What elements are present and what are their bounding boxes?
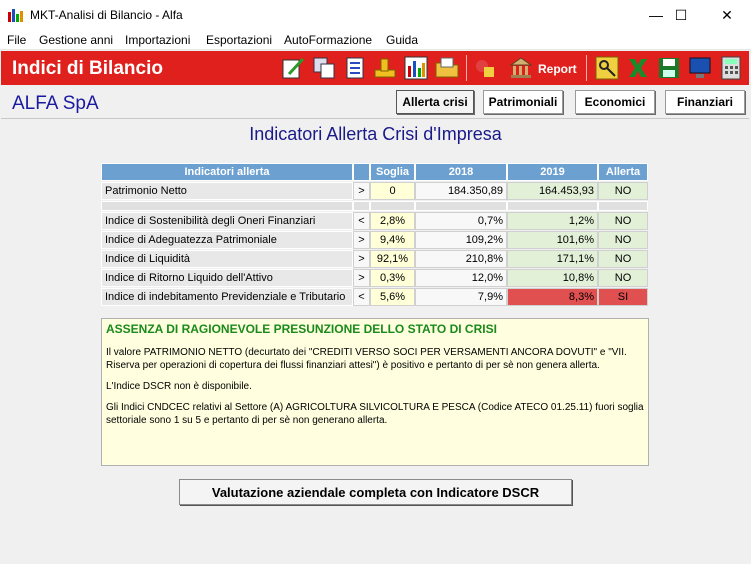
- direction-indicator: >: [353, 269, 370, 287]
- value-2019: 1,2%: [507, 212, 598, 230]
- alert-status-alert: SI: [598, 288, 648, 306]
- table-spacer: [507, 201, 598, 211]
- toolbar-separator: [466, 55, 467, 81]
- assessment-paragraph: Gli Indici CNDCEC relativi al Settore (A…: [106, 402, 644, 426]
- table-spacer: [101, 201, 353, 211]
- ruler-icon[interactable]: [373, 56, 397, 80]
- calculator-icon[interactable]: [719, 56, 743, 80]
- app-title: Indici di Bilancio: [12, 58, 163, 79]
- edit-icon[interactable]: [281, 56, 305, 80]
- menu-esportazioni[interactable]: Esportazioni: [206, 33, 272, 47]
- table-row-label: Indice di Ritorno Liquido dell'Attivo: [101, 269, 353, 287]
- direction-indicator: <: [353, 212, 370, 230]
- monitor-icon[interactable]: [688, 56, 712, 80]
- tab-economici[interactable]: Economici: [575, 90, 655, 114]
- direction-indicator: <: [353, 288, 370, 306]
- tab-patrimoniali[interactable]: Patrimoniali: [483, 90, 563, 114]
- list-icon[interactable]: [343, 56, 367, 80]
- close-icon: ✕: [721, 6, 733, 23]
- maximize-icon: ☐: [674, 6, 688, 23]
- threshold-value: 92,1%: [370, 250, 415, 268]
- table-spacer: [598, 201, 648, 211]
- alert-status: NO: [598, 269, 648, 287]
- direction-indicator: >: [353, 231, 370, 249]
- value-2018: 12,0%: [415, 269, 507, 287]
- table-row-label: Indice di Liquidità: [101, 250, 353, 268]
- app-icon: [8, 9, 23, 22]
- table-spacer: [353, 201, 370, 211]
- threshold-value: 0: [370, 182, 415, 200]
- menu-importazioni[interactable]: Importazioni: [125, 33, 190, 47]
- value-2019: 101,6%: [507, 231, 598, 249]
- report-button[interactable]: Report: [538, 62, 577, 76]
- threshold-value: 2,8%: [370, 212, 415, 230]
- company-bar: ALFA SpA Allerta crisi Patrimoniali Econ…: [1, 85, 749, 119]
- assessment-paragraph: Il valore PATRIMONIO NETTO (decurtato de…: [106, 347, 627, 371]
- save-icon[interactable]: [657, 56, 681, 80]
- value-2018: 7,9%: [415, 288, 507, 306]
- key-icon[interactable]: [595, 56, 619, 80]
- value-2018: 184.350,89: [415, 182, 507, 200]
- table-spacer: [370, 201, 415, 211]
- col-header-2019: 2019: [507, 163, 598, 181]
- toolbar-separator: [586, 55, 587, 81]
- value-2019: 164.453,93: [507, 182, 598, 200]
- col-header-direction: [353, 163, 370, 181]
- shapes-icon[interactable]: [474, 56, 498, 80]
- col-header-indicatori: Indicatori allerta: [101, 163, 353, 181]
- company-name: ALFA SpA: [12, 93, 99, 114]
- alert-status: NO: [598, 182, 648, 200]
- assessment-heading: ASSENZA DI RAGIONEVOLE PRESUNZIONE DELLO…: [106, 322, 497, 336]
- threshold-value: 9,4%: [370, 231, 415, 249]
- direction-indicator: >: [353, 250, 370, 268]
- table-row-label: Indice di Sostenibilità degli Oneri Fina…: [101, 212, 353, 230]
- menu-guida[interactable]: Guida: [386, 33, 418, 47]
- threshold-value: 0,3%: [370, 269, 415, 287]
- direction-indicator: >: [353, 182, 370, 200]
- tab-finanziari[interactable]: Finanziari: [665, 90, 745, 114]
- col-header-soglia: Soglia: [370, 163, 415, 181]
- value-2019-alert: 8,3%: [507, 288, 598, 306]
- value-2018: 109,2%: [415, 231, 507, 249]
- alert-status: NO: [598, 231, 648, 249]
- excel-icon[interactable]: [626, 56, 650, 80]
- copy-icon[interactable]: [312, 56, 336, 80]
- table-row-label: Patrimonio Netto: [101, 182, 353, 200]
- tab-allerta-crisi[interactable]: Allerta crisi: [396, 90, 474, 114]
- bank-icon[interactable]: [509, 56, 533, 80]
- menu-bar: File Gestione anni Importazioni Esportaz…: [0, 30, 751, 50]
- menu-autoformazione[interactable]: AutoFormazione: [284, 33, 372, 47]
- folder-icon[interactable]: [435, 56, 459, 80]
- alert-status: NO: [598, 212, 648, 230]
- menu-file[interactable]: File: [7, 33, 26, 47]
- table-row-label: Indice di Adeguatezza Patrimoniale: [101, 231, 353, 249]
- value-2018: 210,8%: [415, 250, 507, 268]
- dscr-valuation-button[interactable]: Valutazione aziendale completa con Indic…: [179, 479, 572, 505]
- menu-gestione-anni[interactable]: Gestione anni: [39, 33, 113, 47]
- value-2018: 0,7%: [415, 212, 507, 230]
- table-spacer: [415, 201, 507, 211]
- value-2019: 171,1%: [507, 250, 598, 268]
- window-title: MKT-Analisi di Bilancio - Alfa: [30, 8, 183, 22]
- window-titlebar: MKT-Analisi di Bilancio - Alfa — ☐ ✕: [0, 0, 751, 30]
- bar-chart-icon[interactable]: [404, 56, 428, 80]
- maximize-button[interactable]: ☐: [658, 0, 704, 30]
- value-2019: 10,8%: [507, 269, 598, 287]
- alert-status: NO: [598, 250, 648, 268]
- table-row-label: Indice di indebitamento Previdenziale e …: [101, 288, 353, 306]
- close-button[interactable]: ✕: [704, 0, 750, 30]
- col-header-2018: 2018: [415, 163, 507, 181]
- section-title: Indicatori Allerta Crisi d'Impresa: [249, 124, 502, 144]
- threshold-value: 5,6%: [370, 288, 415, 306]
- assessment-paragraph: L'Indice DSCR non è disponibile.: [106, 381, 252, 392]
- header-bar: Indici di Bilancio Report: [1, 51, 749, 85]
- assessment-message-box: ASSENZA DI RAGIONEVOLE PRESUNZIONE DELLO…: [101, 318, 649, 466]
- col-header-allerta: Allerta: [598, 163, 648, 181]
